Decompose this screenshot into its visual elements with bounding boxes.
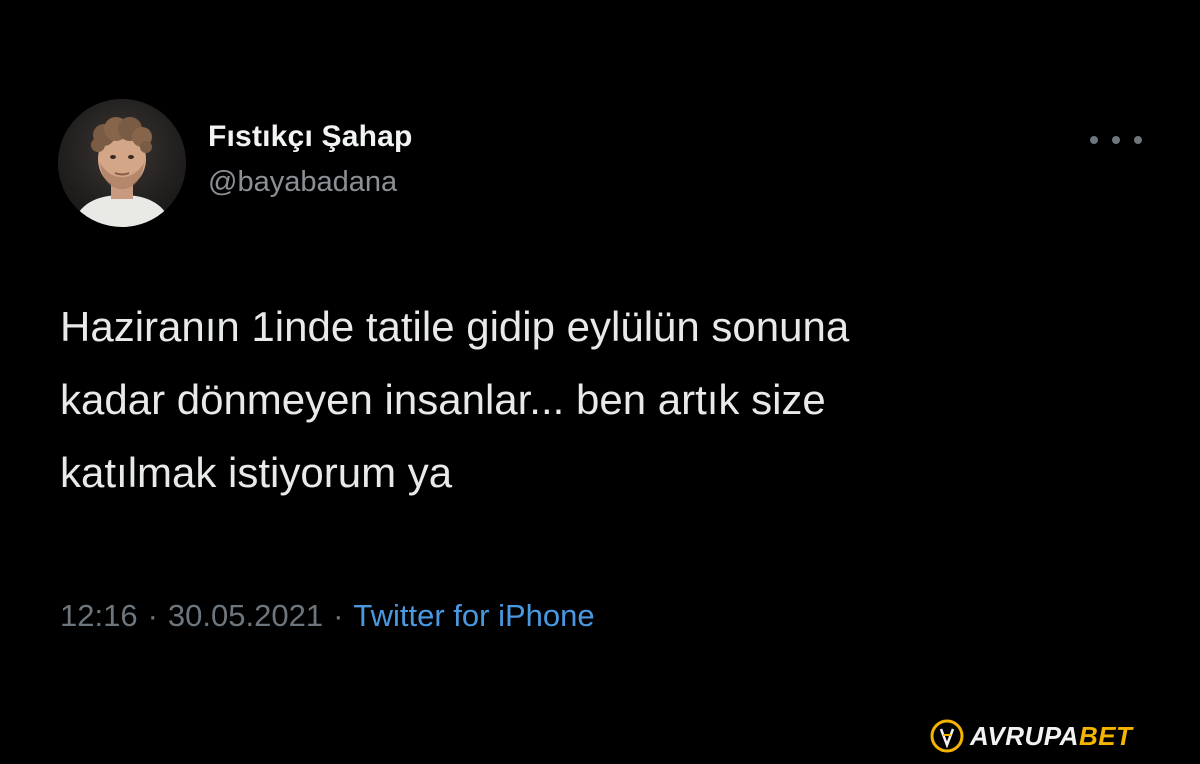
profile-photo-icon: [58, 99, 186, 227]
watermark-text-avrupa: AVRUPA: [970, 720, 1079, 751]
tweet-card: Fıstıkçı Şahap @bayabadana Haziranın 1in…: [0, 0, 1200, 764]
tweet-meta: 12:16 · 30.05.2021 · Twitter for iPhone: [60, 598, 595, 634]
tweet-source-link[interactable]: Twitter for iPhone: [353, 598, 594, 633]
more-options-icon[interactable]: [1090, 128, 1142, 152]
avatar[interactable]: [58, 99, 186, 227]
dot: [1090, 136, 1098, 144]
avrupabet-logo-icon: [930, 719, 964, 753]
meta-separator: ·: [147, 598, 158, 633]
author-handle[interactable]: @bayabadana: [208, 166, 397, 199]
dot: [1134, 136, 1142, 144]
meta-separator: ·: [333, 598, 344, 633]
watermark-text-bet: BET: [1078, 720, 1133, 751]
tweet-time[interactable]: 12:16: [60, 598, 138, 633]
dot: [1112, 136, 1120, 144]
watermark: AVRUPA BET: [930, 718, 1132, 754]
tweet-text: Haziranın 1inde tatile gidip eylülün son…: [60, 303, 850, 496]
author-display-name[interactable]: Fıstıkçı Şahap: [208, 120, 413, 154]
tweet-date[interactable]: 30.05.2021: [168, 598, 323, 633]
